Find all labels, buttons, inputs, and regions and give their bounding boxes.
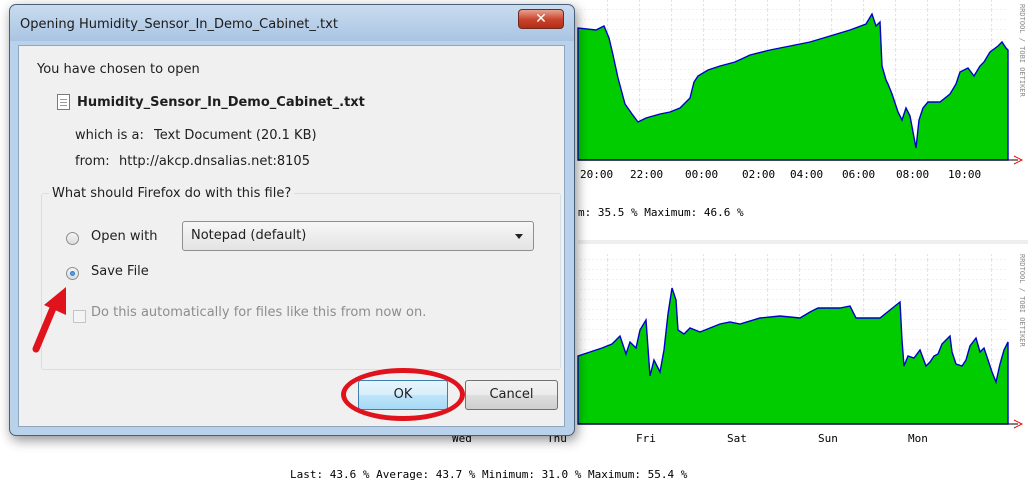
open-with-value: Notepad (default) — [191, 228, 307, 243]
dialog-title: Opening Humidity_Sensor_In_Demo_Cabinet_… — [20, 17, 338, 32]
text-file-icon — [57, 94, 70, 110]
cancel-button-label: Cancel — [489, 387, 534, 402]
action-question: What should Firefox do with this file? — [49, 186, 295, 201]
open-with-label[interactable]: Open with — [91, 229, 157, 244]
top-x-tick: 02:00 — [742, 168, 775, 181]
cancel-button[interactable]: Cancel — [465, 380, 558, 410]
file-name: Humidity_Sensor_In_Demo_Cabinet_.txt — [77, 95, 365, 110]
dialog-titlebar[interactable]: Opening Humidity_Sensor_In_Demo_Cabinet_… — [10, 5, 574, 41]
top-graph-stats: m: 35.5 % Maximum: 46.6 % — [578, 206, 744, 219]
chevron-down-icon — [515, 234, 523, 239]
red-arrow-icon — [32, 287, 66, 353]
open-with-select[interactable]: Notepad (default) — [182, 221, 534, 251]
bottom-x-tick: Fri — [636, 432, 656, 445]
top-x-tick: 06:00 — [842, 168, 875, 181]
save-file-label[interactable]: Save File — [91, 264, 149, 279]
ok-highlight-circle — [341, 368, 465, 421]
auto-checkbox-label[interactable]: Do this automatically for files like thi… — [91, 305, 426, 320]
type-label: which is a: — [75, 128, 144, 143]
from-value: http://akcp.dnsalias.net:8105 — [119, 154, 310, 169]
open-with-radio[interactable] — [66, 232, 79, 245]
action-groupbox — [41, 193, 561, 370]
top-x-tick: 08:00 — [896, 168, 929, 181]
close-icon: ✕ — [535, 11, 547, 27]
from-label: from: — [75, 154, 110, 169]
top-x-tick: 10:00 — [948, 168, 981, 181]
bottom-x-tick: Mon — [908, 432, 928, 445]
type-value: Text Document (20.1 KB) — [154, 128, 317, 143]
bottom-x-tick: Sun — [818, 432, 838, 445]
top-x-tick: 20:00 — [580, 168, 613, 181]
bottom-side-label: RRDTOOL / TOBI OETIKER — [1018, 254, 1026, 348]
top-x-tick: 04:00 — [790, 168, 823, 181]
bottom-graph-stats: Last: 43.6 % Average: 43.7 % Minimum: 31… — [290, 468, 688, 481]
top-x-tick: 00:00 — [685, 168, 718, 181]
intro-text: You have chosen to open — [37, 62, 200, 77]
dialog-body: You have chosen to open Humidity_Sensor_… — [18, 45, 565, 427]
bottom-x-tick: Sat — [727, 432, 747, 445]
top-graph: 20:00 22:00 00:00 02:00 04:00 06:00 08:0… — [577, 0, 1026, 219]
top-side-label: RRDTOOL / TOBI OETIKER — [1018, 4, 1026, 98]
open-file-dialog: Opening Humidity_Sensor_In_Demo_Cabinet_… — [9, 4, 575, 436]
close-button[interactable]: ✕ — [518, 9, 564, 29]
save-file-radio[interactable] — [66, 267, 79, 280]
top-x-tick: 22:00 — [630, 168, 663, 181]
